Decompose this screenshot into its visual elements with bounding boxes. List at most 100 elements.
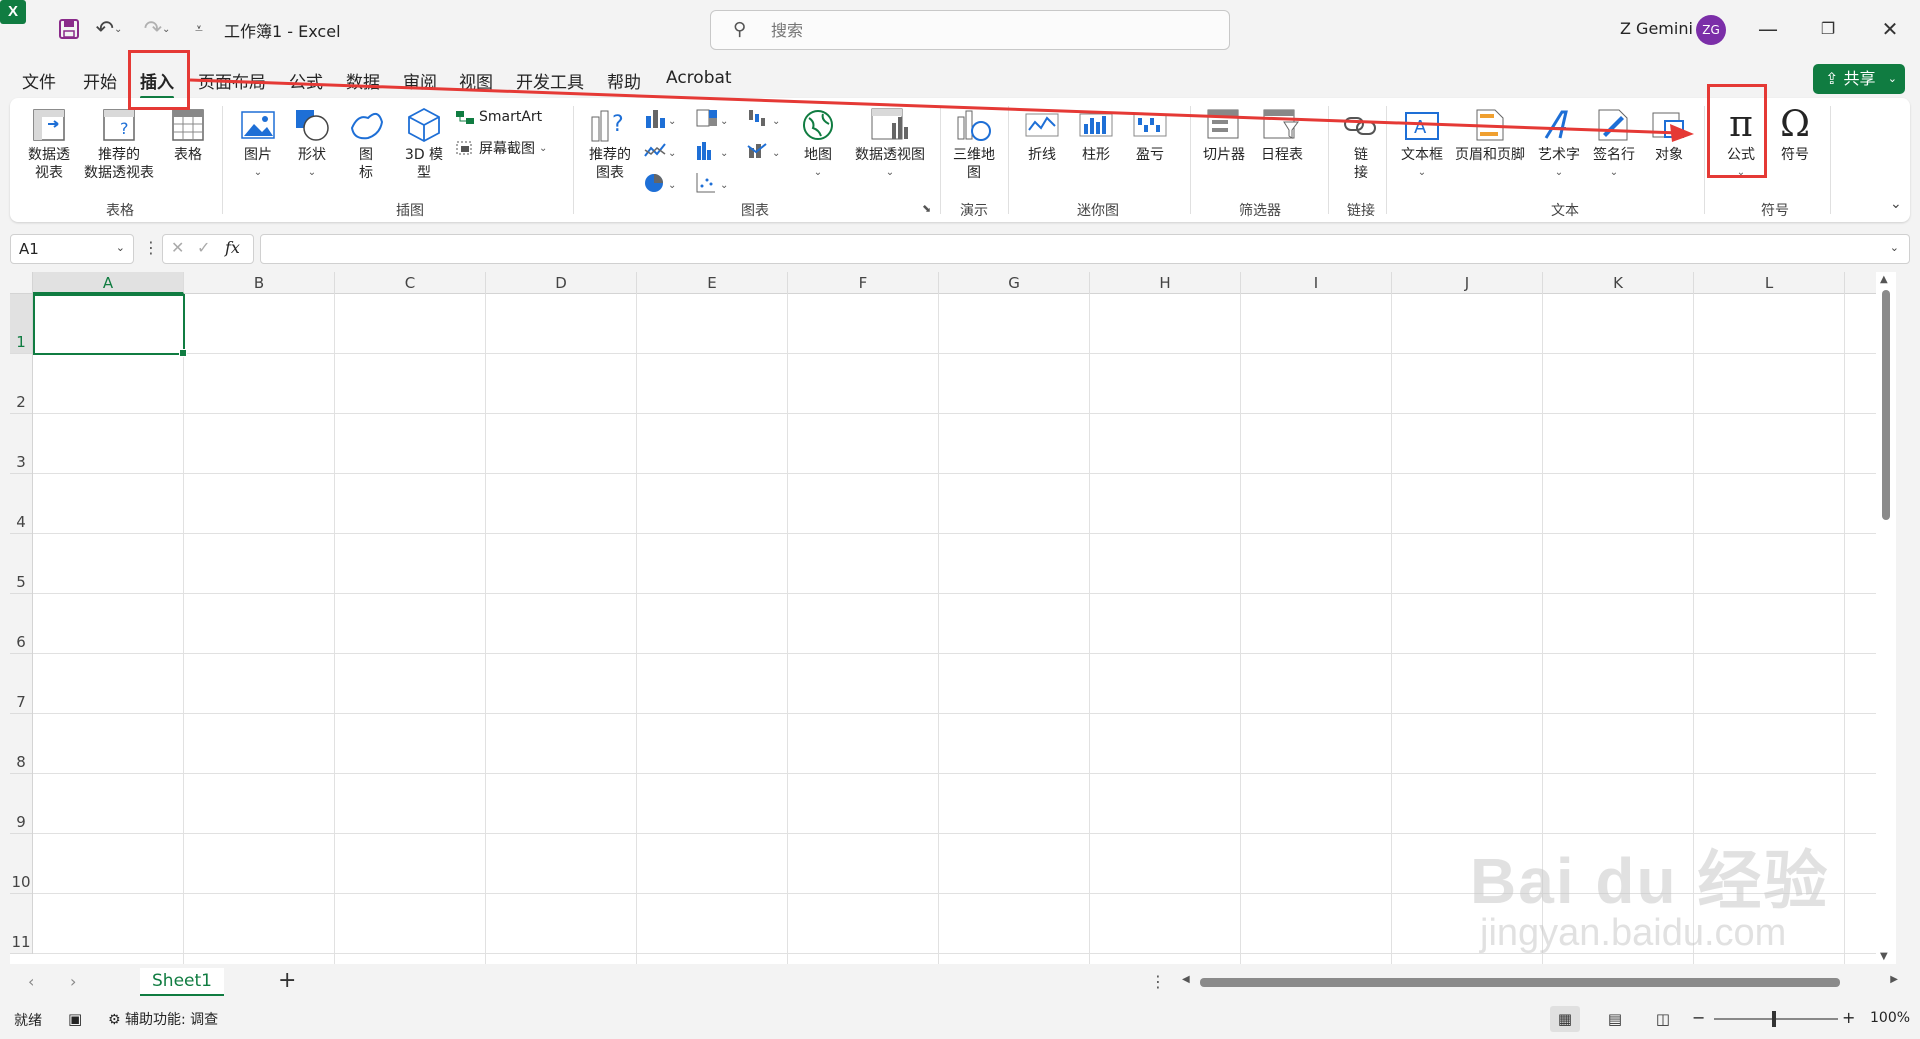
row-header[interactable]: 1 bbox=[10, 294, 32, 354]
add-sheet-button[interactable]: + bbox=[278, 968, 296, 993]
combo-chart-button[interactable]: ⌄ bbox=[746, 138, 782, 168]
zoom-slider-knob[interactable] bbox=[1772, 1011, 1776, 1027]
column-header[interactable]: G bbox=[939, 272, 1090, 294]
smartart-button[interactable]: SmartArt bbox=[455, 108, 542, 126]
share-button[interactable]: ⇪ 共享 ⌄ bbox=[1813, 64, 1905, 94]
zoom-slider[interactable] bbox=[1714, 1011, 1838, 1027]
formula-input[interactable]: ⌄ bbox=[260, 234, 1910, 264]
vertical-scroll-thumb[interactable] bbox=[1882, 290, 1890, 520]
zoom-out-button[interactable]: − bbox=[1692, 1008, 1705, 1027]
pictures-button[interactable]: 图片 ⌄ bbox=[236, 106, 280, 182]
horizontal-scrollbar[interactable]: ◀ ▶ bbox=[1180, 974, 1900, 990]
search-input[interactable] bbox=[771, 17, 1211, 43]
wordart-button[interactable]: 艺术字 ⌄ bbox=[1534, 106, 1584, 182]
row-header[interactable]: 6 bbox=[10, 594, 32, 654]
restore-button[interactable]: ❐ bbox=[1800, 10, 1856, 48]
signature-line-button[interactable]: 签名行 ⌄ bbox=[1588, 106, 1640, 182]
link-button[interactable]: 链 接 bbox=[1336, 106, 1386, 182]
tab-data[interactable]: 数据 bbox=[346, 68, 380, 93]
page-layout-view-button[interactable]: ▤ bbox=[1600, 1006, 1630, 1032]
scroll-up-icon[interactable]: ▲ bbox=[1880, 274, 1888, 285]
sparkline-line-button[interactable]: 折线 bbox=[1020, 106, 1064, 164]
row-header[interactable]: 7 bbox=[10, 654, 32, 714]
waterfall-chart-button[interactable]: ⌄ bbox=[746, 106, 782, 136]
icons-button[interactable]: 图 标 bbox=[344, 106, 388, 182]
column-header[interactable]: J bbox=[1392, 272, 1543, 294]
row-header[interactable]: 10 bbox=[10, 834, 32, 894]
column-header[interactable]: D bbox=[486, 272, 637, 294]
column-header[interactable]: F bbox=[788, 272, 939, 294]
pivot-chart-button[interactable]: 数据透视图 ⌄ bbox=[850, 106, 930, 182]
scroll-right-icon[interactable]: ▶ bbox=[1890, 974, 1898, 985]
maps-button[interactable]: 地图 ⌄ bbox=[796, 106, 840, 182]
charts-dialog-launcher-icon[interactable]: ⬊ bbox=[922, 202, 931, 215]
recommended-charts-button[interactable]: ? 推荐的 图表 bbox=[584, 106, 636, 182]
tab-page-layout[interactable]: 页面布局 bbox=[198, 68, 266, 93]
vertical-scrollbar[interactable]: ▲ ▼ bbox=[1876, 272, 1896, 964]
active-cell-a1[interactable] bbox=[33, 294, 187, 357]
column-header[interactable]: B bbox=[184, 272, 335, 294]
pie-chart-button[interactable]: ⌄ bbox=[642, 170, 678, 200]
tab-formulas[interactable]: 公式 bbox=[289, 68, 323, 93]
row-header[interactable]: 2 bbox=[10, 354, 32, 414]
minimize-button[interactable]: — bbox=[1740, 10, 1796, 48]
search-box[interactable]: ⚲ bbox=[710, 10, 1230, 50]
sheet-tab-sheet1[interactable]: Sheet1 bbox=[140, 968, 224, 996]
slicer-button[interactable]: 切片器 bbox=[1200, 106, 1248, 164]
accessibility-status[interactable]: ⚙ 辅助功能: 调查 bbox=[108, 1009, 218, 1029]
row-header[interactable]: 9 bbox=[10, 774, 32, 834]
name-box[interactable]: A1 ⌄ bbox=[10, 234, 134, 264]
tab-file[interactable]: 文件 bbox=[22, 68, 56, 93]
horizontal-scroll-thumb[interactable] bbox=[1200, 978, 1840, 987]
insert-function-button[interactable]: fx bbox=[225, 238, 240, 257]
statistic-chart-button[interactable]: ⌄ bbox=[694, 138, 730, 168]
timeline-button[interactable]: 日程表 bbox=[1256, 106, 1308, 164]
hierarchy-chart-button[interactable]: ⌄ bbox=[694, 106, 730, 136]
scatter-chart-button[interactable]: ⌄ bbox=[694, 170, 730, 200]
textbox-button[interactable]: A 文本框 ⌄ bbox=[1398, 106, 1446, 182]
tab-developer[interactable]: 开发工具 bbox=[516, 68, 584, 93]
tab-help[interactable]: 帮助 bbox=[607, 68, 641, 93]
line-chart-button[interactable]: ⌄ bbox=[642, 138, 678, 168]
page-break-view-button[interactable]: ◫ bbox=[1648, 1006, 1678, 1032]
column-header[interactable]: I bbox=[1241, 272, 1392, 294]
row-header[interactable]: 4 bbox=[10, 474, 32, 534]
user-name[interactable]: Z Gemini bbox=[1620, 19, 1693, 38]
tab-acrobat[interactable]: Acrobat bbox=[666, 68, 732, 88]
select-all-corner[interactable] bbox=[10, 272, 33, 294]
3d-models-button[interactable]: 3D 模 型 bbox=[400, 106, 448, 182]
screenshot-button[interactable]: 屏幕截图 ⌄ bbox=[455, 138, 547, 158]
table-button[interactable]: 表格 bbox=[166, 106, 210, 164]
redo-icon[interactable]: ↷ ⌄ bbox=[140, 14, 174, 44]
symbol-button[interactable]: Ω 符号 bbox=[1772, 106, 1818, 164]
tab-home[interactable]: 开始 bbox=[83, 68, 117, 93]
column-header[interactable]: K bbox=[1543, 272, 1694, 294]
zoom-level[interactable]: 100% bbox=[1870, 1010, 1910, 1026]
column-header[interactable]: E bbox=[637, 272, 788, 294]
3d-map-button[interactable]: 三维地 图 bbox=[948, 106, 1000, 182]
close-button[interactable]: ✕ bbox=[1862, 10, 1918, 48]
avatar[interactable]: ZG bbox=[1696, 15, 1726, 45]
tab-view[interactable]: 视图 bbox=[459, 68, 493, 93]
header-footer-button[interactable]: 页眉和页脚 bbox=[1450, 106, 1530, 164]
sparkline-winloss-button[interactable]: 盈亏 bbox=[1128, 106, 1172, 164]
hscroll-split-icon[interactable]: ⋮ bbox=[1150, 972, 1166, 991]
sheet-prev-icon[interactable]: ‹ bbox=[28, 972, 34, 991]
column-header[interactable]: A bbox=[33, 272, 184, 294]
save-icon[interactable] bbox=[56, 14, 82, 44]
shapes-button[interactable]: 形状 ⌄ bbox=[290, 106, 334, 182]
recommended-pivot-button[interactable]: ? 推荐的 数据透视表 bbox=[78, 106, 160, 182]
tab-review[interactable]: 审阅 bbox=[403, 68, 437, 93]
column-header[interactable]: L bbox=[1694, 272, 1845, 294]
scroll-down-icon[interactable]: ▼ bbox=[1880, 951, 1888, 962]
column-header[interactable]: H bbox=[1090, 272, 1241, 294]
customize-qat-icon[interactable]: ⩡ bbox=[188, 14, 210, 44]
macro-record-icon[interactable]: ▣ bbox=[68, 1010, 82, 1028]
column-header[interactable]: C bbox=[335, 272, 486, 294]
sparkline-column-button[interactable]: 柱形 bbox=[1074, 106, 1118, 164]
row-header[interactable]: 3 bbox=[10, 414, 32, 474]
zoom-in-button[interactable]: + bbox=[1842, 1008, 1855, 1027]
column-chart-button[interactable]: ⌄ bbox=[642, 106, 678, 136]
pivot-table-button[interactable]: 数据透 视表 bbox=[22, 106, 76, 182]
row-header[interactable]: 5 bbox=[10, 534, 32, 594]
